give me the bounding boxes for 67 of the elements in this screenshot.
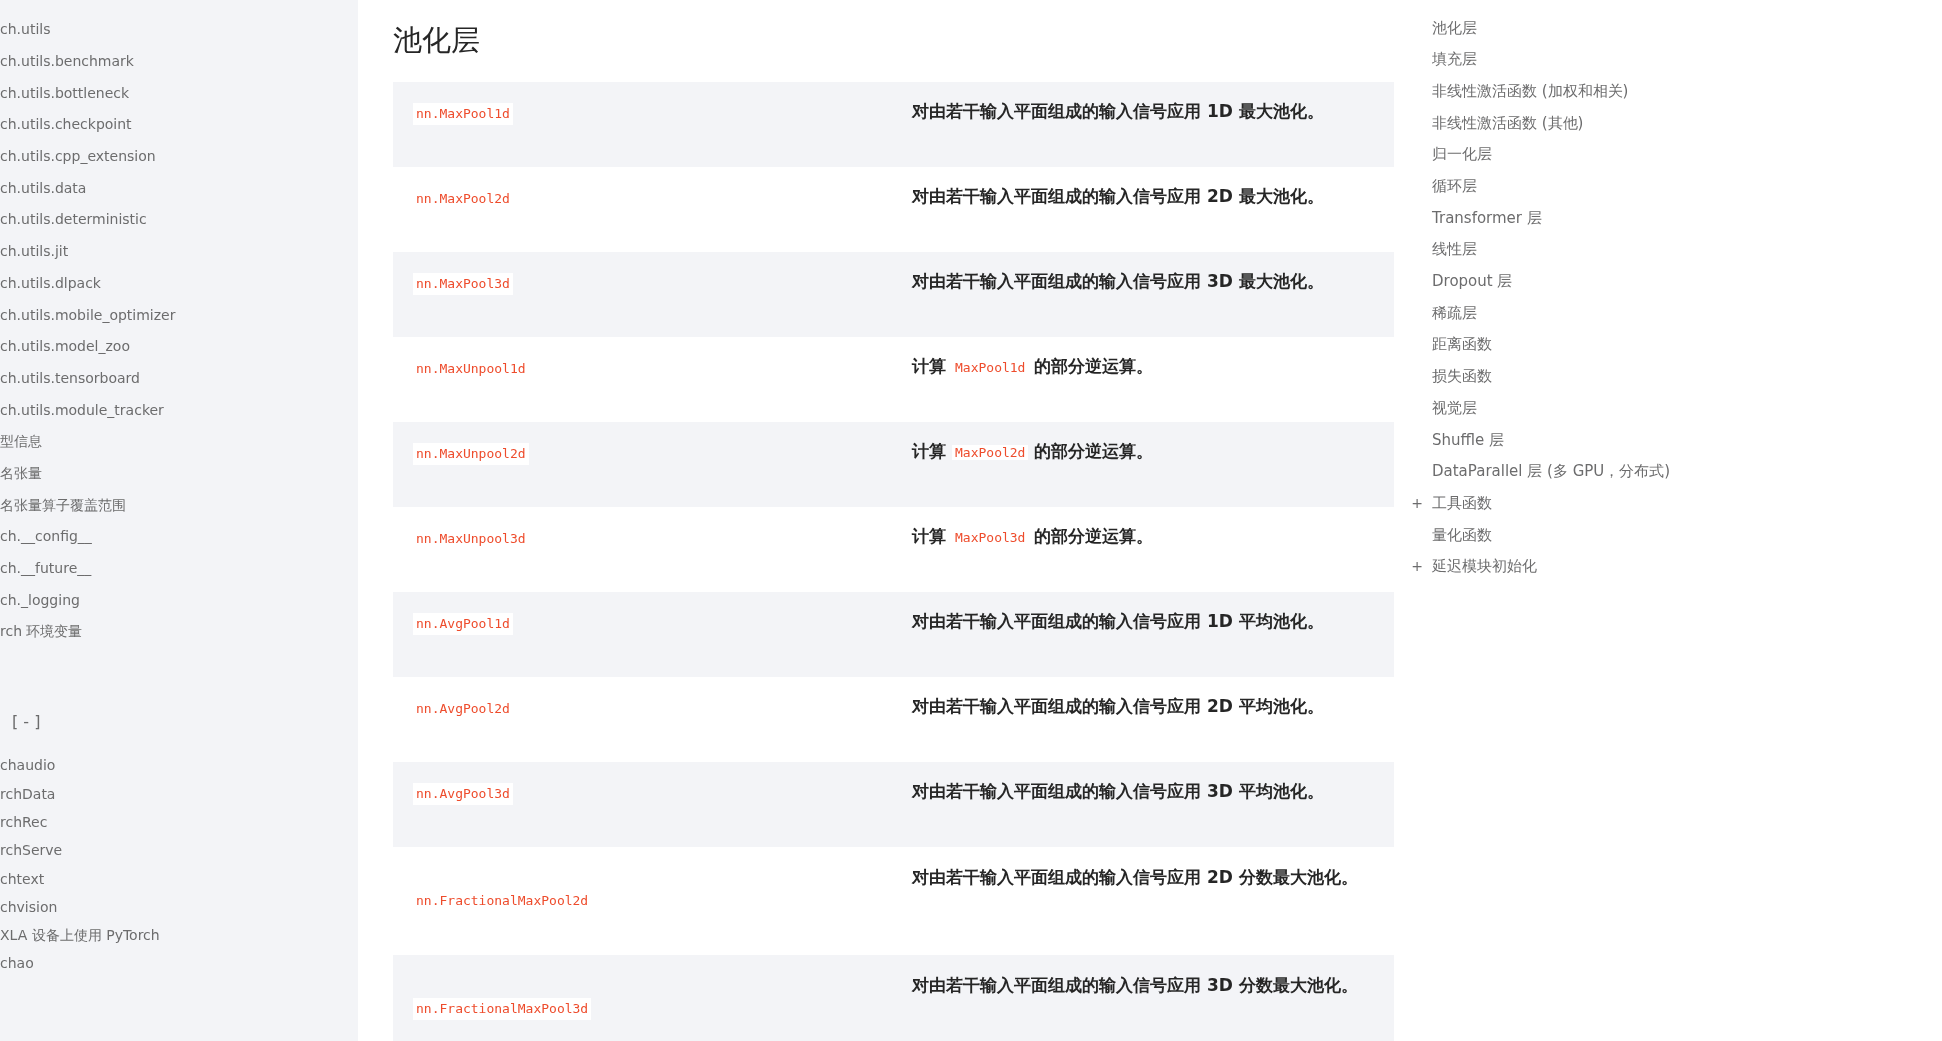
class-link[interactable]: nn.AvgPool3d [413, 783, 513, 805]
description-text: 对由若干输入平面组成的输入信号应用 3D 分数最大池化。 [912, 974, 1359, 997]
sidebar-link[interactable]: ch.utils.tensorboard [0, 362, 140, 395]
sidebar-link[interactable]: rch 环境变量 [0, 616, 83, 648]
toc-link[interactable]: DataParallel 层 (多 GPU，分布式) [1432, 460, 1671, 483]
expand-toggle[interactable]: + [1411, 494, 1423, 511]
class-link[interactable]: nn.MaxUnpool2d [413, 443, 529, 465]
toc-link[interactable]: 工具函数 [1432, 491, 1492, 515]
sidebar-link[interactable]: chaudio [0, 751, 56, 781]
description-text: 对由若干输入平面组成的输入信号应用 2D 最大池化。 [912, 185, 1325, 208]
sidebar-link[interactable]: 型信息 [0, 425, 42, 458]
class-link[interactable]: nn.MaxPool3d [413, 273, 513, 295]
sidebar-link[interactable]: ch.__future__ [0, 552, 92, 585]
toc-link[interactable]: 视觉层 [1432, 396, 1477, 420]
toc-link[interactable]: 量化函数 [1432, 523, 1492, 547]
description-text: 对由若干输入平面组成的输入信号应用 3D 最大池化。 [912, 270, 1325, 293]
sidebar-link[interactable]: ch.utils.module_tracker [0, 394, 164, 426]
sidebar-link[interactable]: ch.utils.bottleneck [0, 77, 130, 110]
toc-link[interactable]: 池化层 [1432, 16, 1477, 40]
sidebar-link[interactable]: ch.utils.cpp_extension [0, 140, 156, 173]
description-text: 计算 MaxPool2d 的部分逆运算。 [912, 440, 1155, 463]
sidebar-link[interactable]: chao [0, 949, 34, 979]
toc-link[interactable]: Dropout 层 [1432, 270, 1513, 293]
sidebar-link[interactable]: ch.utils [0, 14, 51, 46]
sidebar-link[interactable]: ch.utils.deterministic [0, 204, 147, 236]
sidebar-link[interactable]: ch.utils.checkpoint [0, 109, 132, 141]
collapse-toggle[interactable]: [ - ] [12, 709, 41, 734]
sidebar-link[interactable]: 名张量算子覆盖范围 [0, 489, 126, 521]
description-text: 对由若干输入平面组成的输入信号应用 1D 平均池化。 [912, 610, 1325, 633]
sidebar-link[interactable]: rchRec [0, 808, 48, 837]
description-text: 对由若干输入平面组成的输入信号应用 2D 分数最大池化。 [912, 866, 1359, 889]
toc-link[interactable]: 非线性激活函数 (加权和相关) [1432, 79, 1629, 103]
description-text: 计算 MaxPool1d 的部分逆运算。 [912, 355, 1155, 378]
toc-link[interactable]: 延迟模块初始化 [1432, 555, 1537, 578]
sidebar-link[interactable]: ch.utils.benchmark [0, 45, 134, 78]
sidebar-link[interactable]: ch._logging [0, 584, 80, 617]
class-link[interactable]: nn.AvgPool1d [413, 613, 513, 635]
toc-link[interactable]: Shuffle 层 [1432, 428, 1505, 452]
sidebar-link[interactable]: ch.__config__ [0, 521, 92, 553]
description-text: 对由若干输入平面组成的输入信号应用 1D 最大池化。 [912, 100, 1325, 123]
toc-link[interactable]: 距离函数 [1432, 333, 1492, 356]
toc-link[interactable]: Transformer 层 [1432, 206, 1542, 230]
toc-link[interactable]: 稀疏层 [1432, 301, 1477, 325]
class-link[interactable]: nn.MaxPool1d [413, 103, 513, 125]
toc-link[interactable]: 填充层 [1432, 48, 1477, 71]
sidebar-link[interactable]: ch.utils.dlpack [0, 267, 101, 300]
sidebar-link[interactable]: chtext [0, 864, 45, 894]
class-link[interactable]: nn.FractionalMaxPool3d [413, 998, 592, 1020]
sidebar-link[interactable]: ch.utils.data [0, 172, 87, 205]
description-text: 对由若干输入平面组成的输入信号应用 3D 平均池化。 [912, 780, 1325, 803]
toc-link[interactable]: 非线性激活函数 (其他) [1432, 111, 1584, 135]
sidebar-link[interactable]: ch.utils.mobile_optimizer [0, 299, 176, 331]
toc-link[interactable]: 归一化层 [1432, 143, 1492, 166]
toc-link[interactable]: 损失函数 [1432, 365, 1492, 388]
sidebar-link[interactable]: rchServe [0, 836, 63, 865]
toc-link[interactable]: 循环层 [1432, 175, 1477, 198]
description-text: 计算 MaxPool3d 的部分逆运算。 [912, 525, 1155, 548]
description-text: 对由若干输入平面组成的输入信号应用 2D 平均池化。 [912, 695, 1325, 718]
toc-link[interactable]: 线性层 [1432, 238, 1477, 261]
page-heading: 池化层 [393, 22, 480, 59]
sidebar-link[interactable]: chvision [0, 893, 58, 922]
sidebar-link[interactable]: ch.utils.model_zoo [0, 330, 130, 363]
expand-toggle[interactable]: + [1411, 558, 1423, 575]
sidebar-link[interactable]: ch.utils.jit [0, 235, 69, 268]
sidebar-link[interactable]: 名张量 [0, 457, 42, 490]
sidebar-link[interactable]: rchData [0, 780, 56, 809]
sidebar-link[interactable]: XLA 设备上使用 PyTorch [0, 921, 160, 950]
